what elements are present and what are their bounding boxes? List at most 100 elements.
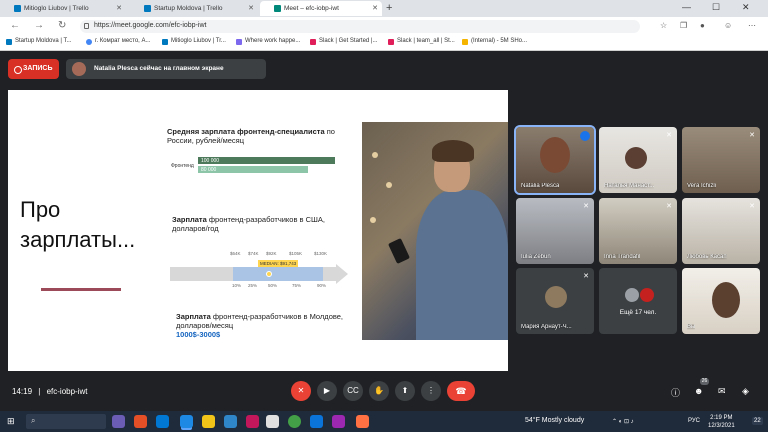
participant-tile[interactable]: ✕ Iulia Zebun — [516, 198, 594, 264]
tick-label: 75% — [292, 283, 302, 288]
participant-name: Мария Арнаут-Ч... — [521, 324, 572, 330]
forward-icon[interactable]: → — [34, 20, 44, 31]
taskbar-app-icon[interactable] — [112, 415, 125, 428]
participant-name: Natalia Plesca — [521, 183, 560, 189]
raise-hand-button[interactable]: ✋ — [369, 381, 389, 401]
participant-tile[interactable]: ✕ Наталья Манаст... — [599, 127, 677, 193]
profile-icon[interactable]: ● — [700, 21, 705, 30]
taskbar-app-icon[interactable] — [266, 415, 279, 428]
close-window-icon[interactable]: ✕ — [742, 2, 750, 13]
tab-label: Startup Moldova | Trello — [154, 5, 223, 12]
end-call-button[interactable]: ☎ — [447, 381, 475, 401]
people-icon[interactable]: ☻ — [694, 386, 703, 396]
avatar — [545, 286, 567, 308]
refresh-icon[interactable]: ↻ — [58, 20, 66, 31]
tick-label: 50% — [268, 283, 278, 288]
word-icon[interactable] — [310, 415, 323, 428]
edge-icon[interactable] — [180, 415, 193, 428]
trello-icon — [162, 39, 168, 45]
taskbar-app-icon[interactable] — [356, 415, 369, 428]
taskbar-app-icon[interactable] — [246, 415, 259, 428]
menu-icon[interactable]: ⋯ — [748, 21, 756, 30]
bookmark-item[interactable]: Where work happe... — [236, 38, 300, 45]
notification-badge[interactable]: 22 — [752, 417, 763, 425]
mic-off-icon: ✕ — [583, 203, 589, 210]
slide-block-moldova: Зарплата фронтенд-разработчиков в Молдов… — [176, 312, 344, 339]
meeting-code: efc-iobp-iwt — [46, 387, 88, 396]
present-button[interactable]: ⬆ — [395, 381, 415, 401]
bookmark-item[interactable]: Slack | team_all | St... — [388, 38, 455, 45]
photo-phone — [388, 238, 410, 264]
monday-icon — [236, 39, 242, 45]
captions-button[interactable]: CC — [343, 381, 363, 401]
taskbar-app-icon[interactable] — [156, 415, 169, 428]
record-badge: ЗАПИСЬ — [8, 59, 59, 79]
close-tab-icon[interactable]: ✕ — [116, 4, 122, 12]
participant-tile[interactable]: ✕ Inna Trandafil — [599, 198, 677, 264]
bookmarks-bar: Startup Moldova | T... г. Комрат место, … — [0, 35, 768, 51]
moldova-range: 1000$-3000$ — [176, 330, 221, 339]
tray-icons[interactable]: ⌃ ◐ ⊡ ♪ — [612, 418, 634, 425]
presenter-banner: Natalia Plesca сейчас на главном экране — [66, 59, 266, 79]
trello-icon — [6, 39, 12, 45]
close-tab-icon[interactable]: ✕ — [372, 4, 378, 12]
clock-date: 12/3/2021 — [708, 423, 735, 429]
taskbar-app-icon[interactable] — [224, 415, 237, 428]
participant-tile[interactable]: ✕ Любовь Касап — [682, 198, 760, 264]
mic-off-icon: ✕ — [749, 203, 755, 210]
windows-start-icon[interactable]: ⊞ — [7, 416, 15, 427]
star-icon[interactable]: ☆ — [660, 21, 667, 30]
tab-trello-mitioglo[interactable]: Mitioglo Liubov | Trello ✕ — [0, 1, 126, 16]
camera-toggle-button[interactable]: ▶ — [317, 381, 337, 401]
bookmark-item[interactable]: (Internal) - 5M SHo... — [462, 38, 527, 45]
avatar — [712, 282, 740, 318]
tab-label: Meet – efc-iobp-iwt — [284, 5, 339, 12]
participant-tile[interactable]: ✕ Vera Ichizli — [682, 127, 760, 193]
mic-off-icon: ✕ — [666, 203, 672, 210]
back-icon[interactable]: ← — [10, 20, 20, 31]
close-tab-icon[interactable]: ✕ — [248, 4, 254, 12]
lock-icon — [84, 23, 89, 29]
camera-icon: ▶ — [323, 386, 331, 395]
info-icon[interactable]: ⓘ — [671, 386, 680, 399]
collections-icon[interactable]: ❐ — [680, 21, 687, 30]
slack-icon — [388, 39, 394, 45]
bar-entry: 80 000 — [198, 166, 308, 173]
bookmark-item[interactable]: Slack | Get Started |... — [310, 38, 377, 45]
chrome-icon[interactable] — [288, 415, 301, 428]
mic-toggle-button[interactable]: ✕ — [291, 381, 311, 401]
weather-widget[interactable]: 54°F Mostly cloudy — [525, 417, 584, 424]
taskbar-app-icon[interactable] — [134, 415, 147, 428]
mic-off-icon: ✕ — [297, 386, 305, 395]
avatar — [640, 288, 654, 302]
taskbar-app-icon[interactable] — [332, 415, 345, 428]
taskbar-search[interactable]: ⌕ — [26, 414, 106, 429]
slide-block-usa: Зарплата фронтенд-разработчиков в США, д… — [172, 215, 325, 233]
url-field[interactable]: https://meet.google.com/efc-iobp-iwt — [80, 20, 640, 33]
language-indicator[interactable]: РУС — [688, 418, 700, 424]
meet-icon — [274, 5, 281, 12]
google-icon — [86, 39, 92, 45]
participants-count-badge: 26 — [700, 378, 709, 385]
new-tab-icon[interactable]: + — [386, 2, 392, 14]
extensions-icon[interactable]: ☺ — [724, 21, 732, 30]
more-participants-tile[interactable]: Ещё 17 чел. — [599, 268, 677, 334]
activities-icon[interactable]: ◈ — [742, 386, 749, 397]
bookmark-item[interactable]: Startup Moldova | T... — [6, 38, 71, 45]
tab-meet[interactable]: Meet – efc-iobp-iwt ✕ — [260, 1, 382, 16]
bookmark-item[interactable]: Mitioglo Liubov | Tr... — [162, 38, 226, 45]
bokeh-light — [386, 182, 392, 188]
tick-label: 10% — [232, 283, 242, 288]
more-options-button[interactable]: ⋮ — [421, 381, 441, 401]
tab-trello-startup[interactable]: Startup Moldova | Trello ✕ — [130, 1, 258, 16]
avatar — [540, 137, 570, 173]
participant-tile[interactable]: Natalia Plesca — [514, 125, 596, 195]
minimize-icon[interactable]: — — [682, 2, 691, 12]
chat-icon[interactable]: ✉ — [718, 386, 726, 397]
bookmark-item[interactable]: г. Комрат место, А... — [86, 38, 151, 45]
participant-tile[interactable]: ✕ Мария Арнаут-Ч... — [516, 268, 594, 334]
taskbar-clock[interactable]: 2:19 PM 12/3/2021 — [708, 414, 735, 430]
maximize-icon[interactable]: ☐ — [712, 2, 720, 13]
self-tile[interactable]: Вы — [682, 268, 760, 334]
file-explorer-icon[interactable] — [202, 415, 215, 428]
